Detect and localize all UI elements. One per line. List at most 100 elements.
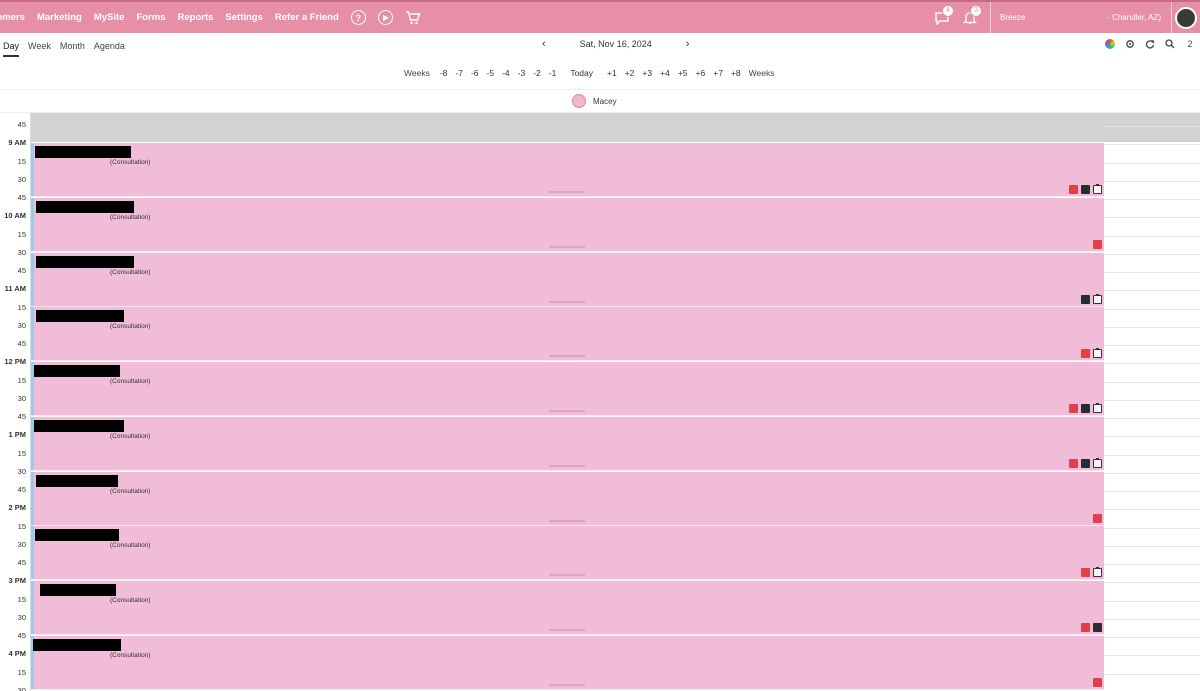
nav-mysite[interactable]: MySite [94, 12, 125, 23]
red-note-icon[interactable] [1093, 677, 1102, 687]
resize-handle[interactable] [549, 355, 585, 358]
grid-line [1104, 509, 1200, 511]
tab-week[interactable]: Week [28, 41, 51, 57]
grid-line [1104, 436, 1200, 438]
red-note-icon[interactable] [1069, 185, 1078, 194]
red-note-icon[interactable] [1081, 349, 1090, 359]
resize-handle[interactable] [549, 300, 585, 303]
week-jump-plus[interactable]: +1 [603, 68, 621, 78]
appointment-block[interactable]: (Consultation) [31, 307, 1104, 362]
clipboard-icon[interactable] [1093, 457, 1102, 468]
staff-column-macey[interactable]: Macey [572, 94, 617, 108]
week-jump-minus[interactable]: -5 [483, 68, 499, 78]
search-icon[interactable] [1160, 39, 1180, 49]
appointment-block[interactable]: (Consultation) [31, 526, 1104, 581]
week-jump-minus[interactable]: -8 [436, 68, 452, 78]
resize-handle[interactable] [549, 629, 585, 631]
week-jump-minus[interactable]: -6 [467, 68, 483, 78]
account-switcher[interactable]: Breeze - Chandler, AZ) [991, 13, 1171, 22]
week-jump-plus[interactable]: +3 [638, 68, 656, 78]
appointment-block[interactable]: (Consultation) [31, 197, 1104, 252]
appointment-block[interactable]: (Consultation) [31, 416, 1104, 471]
resize-handle[interactable] [549, 683, 585, 686]
gear-icon[interactable] [1120, 39, 1140, 49]
redacted-client-name [36, 474, 118, 487]
nav-reports[interactable]: Reports [178, 12, 214, 23]
dark-note-icon[interactable] [1081, 294, 1090, 304]
appointment-block[interactable]: (Consultation) [31, 252, 1104, 307]
red-note-icon[interactable] [1081, 568, 1090, 578]
color-wheel-icon[interactable] [1100, 39, 1120, 49]
grid-line [1104, 399, 1200, 401]
red-note-icon[interactable] [1069, 404, 1078, 413]
prev-day-button[interactable]: ‹ [538, 38, 550, 50]
next-day-button[interactable]: › [682, 38, 694, 50]
appointment-accent [31, 307, 34, 361]
red-note-icon[interactable] [1093, 239, 1102, 249]
time-label: 45 [17, 631, 26, 640]
week-jump-plus[interactable]: +5 [674, 68, 692, 78]
clipboard-icon[interactable] [1093, 184, 1102, 194]
week-jump-plus[interactable]: +6 [692, 68, 710, 78]
resize-handle[interactable] [549, 464, 585, 467]
dark-note-icon[interactable] [1081, 185, 1090, 194]
grid-line [1104, 618, 1200, 620]
week-jump-minus[interactable]: -7 [451, 68, 467, 78]
appointment-block[interactable]: (Consultation) [31, 143, 1104, 197]
week-strip: Weeks -8 -7 -6 -5 -4 -3 -2 -1 Today +1 +2 +3 +4 +5 +6 +… [400, 63, 780, 83]
clipboard-icon[interactable] [1093, 293, 1102, 304]
today-button[interactable]: Today [560, 68, 603, 78]
alerts-button[interactable]: 3 [956, 2, 984, 33]
week-jump-plus[interactable]: +2 [621, 68, 639, 78]
grid-line [1104, 582, 1200, 584]
nav-forms[interactable]: Forms [136, 12, 165, 23]
dark-note-icon[interactable] [1081, 404, 1090, 413]
red-note-icon[interactable] [1093, 513, 1102, 523]
current-date[interactable]: Sat, Nov 16, 2024 [580, 39, 652, 49]
week-jump-minus[interactable]: -1 [545, 68, 561, 78]
resize-handle[interactable] [549, 245, 585, 248]
resize-handle[interactable] [549, 410, 585, 412]
resize-handle[interactable] [549, 191, 585, 193]
user-avatar[interactable] [1172, 2, 1200, 33]
appointment-block[interactable]: (Consultation) [31, 471, 1104, 526]
resize-handle[interactable] [549, 519, 585, 522]
messages-button[interactable]: 4 [928, 2, 956, 33]
nav-customers[interactable]: stomers [0, 12, 25, 23]
help-icon[interactable]: ? [350, 10, 366, 25]
week-jump-plus[interactable]: +4 [656, 68, 674, 78]
tab-day[interactable]: Day [3, 41, 20, 57]
appointment-service: (Consultation) [110, 213, 151, 221]
appointment-block[interactable]: (Consultation) [31, 581, 1104, 635]
time-label: 45 [17, 339, 26, 348]
red-note-icon[interactable] [1081, 623, 1090, 632]
clipboard-icon[interactable] [1093, 348, 1102, 359]
tab-month[interactable]: Month [60, 41, 85, 57]
nav-settings[interactable]: Settings [225, 12, 262, 23]
appointment-service: (Consultation) [110, 651, 151, 659]
tab-agenda[interactable]: Agenda [94, 41, 125, 57]
nav-refer-a-friend[interactable]: Refer a Friend [275, 12, 339, 23]
dark-note-icon[interactable] [1093, 623, 1102, 632]
day-grid: 45 9 AM 15 30 45 10 AM 15 30 45 11 AM 15 30 45 12 PM 1… [0, 113, 1200, 691]
dark-note-icon[interactable] [1081, 458, 1090, 468]
clipboard-icon[interactable] [1093, 567, 1102, 578]
appointment-status-icons [1078, 567, 1102, 578]
nav-marketing[interactable]: Marketing [37, 12, 82, 23]
resize-handle[interactable] [549, 574, 585, 577]
play-icon[interactable] [377, 10, 393, 25]
time-label: 30 [17, 685, 26, 691]
cart-icon[interactable] [405, 10, 421, 25]
red-note-icon[interactable] [1069, 458, 1078, 468]
appointment-status-icons [1090, 677, 1102, 687]
week-jump-minus[interactable]: -4 [498, 68, 514, 78]
clipboard-icon[interactable] [1093, 403, 1102, 413]
appointment-block[interactable]: (Consultation) [31, 362, 1104, 416]
week-jump-plus[interactable]: +7 [709, 68, 727, 78]
week-jump-plus[interactable]: +8 [727, 68, 745, 78]
appointment-block[interactable]: (Consultation) [31, 635, 1104, 690]
overflow-count[interactable]: 2 [1180, 39, 1200, 49]
week-jump-minus[interactable]: -3 [514, 68, 530, 78]
refresh-icon[interactable] [1140, 39, 1160, 49]
week-jump-minus[interactable]: -2 [529, 68, 545, 78]
